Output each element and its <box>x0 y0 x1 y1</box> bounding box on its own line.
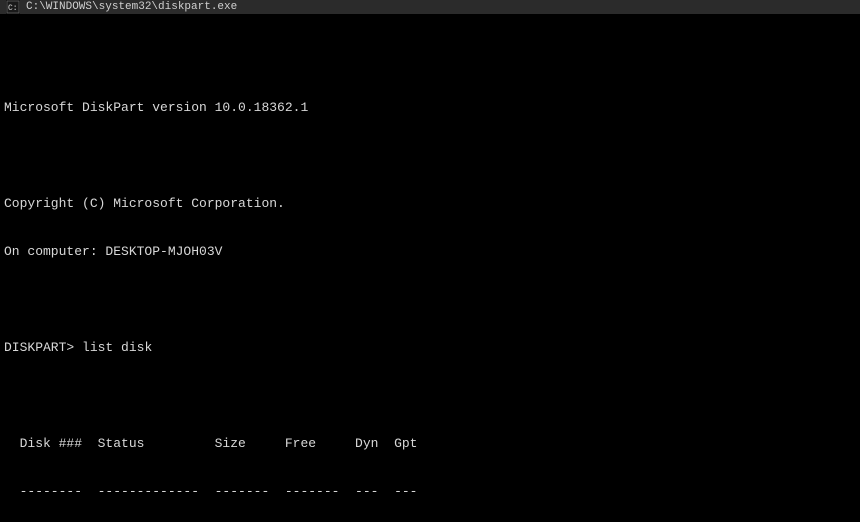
copyright-line: Copyright (C) Microsoft Corporation. <box>4 196 856 212</box>
disk-table-sep: -------- ------------- ------- ------- -… <box>4 484 856 500</box>
computer-line: On computer: DESKTOP-MJOH03V <box>4 244 856 260</box>
blank-line <box>4 148 856 164</box>
cmd-icon: C: <box>6 0 20 14</box>
command-text: list disk <box>82 340 152 355</box>
console-output[interactable]: Microsoft DiskPart version 10.0.18362.1 … <box>0 14 860 522</box>
blank-line <box>4 52 856 68</box>
prompt-line: DISKPART> list disk <box>4 340 856 356</box>
svg-text:C:: C: <box>8 4 18 13</box>
titlebar[interactable]: C: C:\WINDOWS\system32\diskpart.exe <box>0 0 860 14</box>
window-title: C:\WINDOWS\system32\diskpart.exe <box>26 1 237 13</box>
prompt: DISKPART> <box>4 340 74 355</box>
blank-line <box>4 388 856 404</box>
disk-table-header: Disk ### Status Size Free Dyn Gpt <box>4 436 856 452</box>
diskpart-window: C: C:\WINDOWS\system32\diskpart.exe Micr… <box>0 0 860 522</box>
blank-line <box>4 292 856 308</box>
version-line: Microsoft DiskPart version 10.0.18362.1 <box>4 100 856 116</box>
